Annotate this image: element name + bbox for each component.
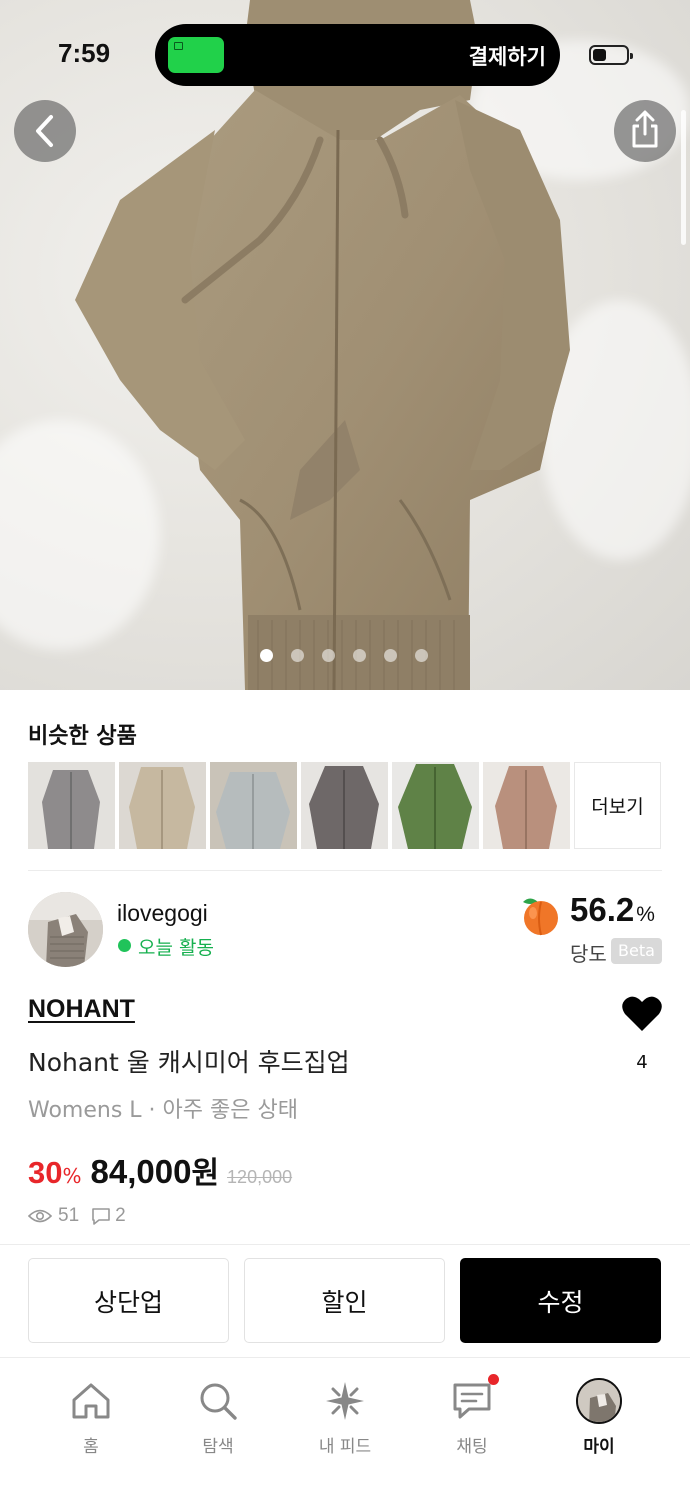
peach-icon bbox=[523, 898, 558, 936]
section-divider bbox=[28, 870, 662, 871]
carousel-dot[interactable] bbox=[291, 649, 304, 662]
product-image-carousel[interactable] bbox=[0, 0, 690, 690]
similar-product-thumb[interactable] bbox=[28, 762, 115, 849]
carousel-dot[interactable] bbox=[322, 649, 335, 662]
tab-search-label: 탐색 bbox=[202, 1437, 234, 1457]
section-divider bbox=[0, 1244, 690, 1245]
view-count: 51 bbox=[58, 1205, 80, 1226]
bump-up-button[interactable]: 상단업 bbox=[28, 1258, 229, 1343]
sparkle-icon bbox=[326, 1382, 364, 1420]
carousel-dot[interactable] bbox=[415, 649, 428, 662]
similar-products-title: 비슷한 상품 bbox=[28, 724, 137, 749]
sale-price: 84,000 bbox=[90, 1153, 192, 1190]
tab-my[interactable]: 마이 bbox=[549, 1378, 649, 1457]
carousel-dots bbox=[260, 649, 428, 663]
pay-card-icon bbox=[168, 37, 224, 73]
tab-home[interactable]: 홈 bbox=[41, 1378, 141, 1457]
sweetness-score-value: 56.2 bbox=[570, 891, 635, 928]
share-icon bbox=[632, 110, 658, 148]
live-activity-pill[interactable]: 결제하기 bbox=[155, 24, 560, 86]
tab-feed-label: 내 피드 bbox=[318, 1437, 372, 1457]
like-count: 4 bbox=[636, 1052, 648, 1073]
similar-product-thumb[interactable] bbox=[483, 762, 570, 849]
discount-button[interactable]: 할인 bbox=[244, 1258, 445, 1343]
similar-product-thumb[interactable] bbox=[301, 762, 388, 849]
product-details: Womens L · 아주 좋은 상태 bbox=[28, 1098, 298, 1123]
seller-activity: 오늘 활동 bbox=[138, 937, 214, 959]
unread-badge-dot bbox=[488, 1374, 499, 1385]
status-bar-time: 7:59 bbox=[58, 38, 111, 68]
tab-chat-label: 채팅 bbox=[456, 1437, 488, 1457]
similar-product-thumb[interactable] bbox=[119, 762, 206, 849]
tab-feed[interactable]: 내 피드 bbox=[295, 1378, 395, 1457]
similar-more-button[interactable]: 더보기 bbox=[574, 762, 661, 849]
chevron-left-icon bbox=[36, 115, 53, 147]
share-button[interactable] bbox=[614, 100, 676, 162]
carousel-dot[interactable] bbox=[260, 649, 273, 662]
search-icon bbox=[200, 1383, 237, 1420]
online-status-dot bbox=[118, 939, 131, 952]
product-stats: 51 2 bbox=[28, 1205, 126, 1227]
sweetness-score-unit: % bbox=[636, 903, 655, 926]
carousel-dot[interactable] bbox=[384, 649, 397, 662]
price-row: 30 % 84,000 원 120,000 bbox=[28, 1148, 292, 1192]
seller-avatar[interactable] bbox=[28, 892, 103, 967]
sweetness-score: 56.2% bbox=[570, 891, 655, 929]
tab-chat[interactable]: 채팅 bbox=[422, 1374, 522, 1457]
similar-product-thumb[interactable] bbox=[392, 762, 479, 849]
price-currency: 원 bbox=[191, 1156, 220, 1191]
battery-icon bbox=[589, 45, 633, 65]
heart-icon[interactable] bbox=[621, 995, 663, 1033]
discount-rate: 30 bbox=[28, 1155, 63, 1190]
back-button[interactable] bbox=[14, 100, 76, 162]
carousel-dot[interactable] bbox=[353, 649, 366, 662]
product-title: Nohant 울 캐시미어 후드집업 bbox=[28, 1048, 350, 1077]
tab-home-label: 홈 bbox=[83, 1437, 99, 1457]
home-icon bbox=[72, 1383, 110, 1419]
pay-activity-label: 결제하기 bbox=[468, 45, 546, 69]
comment-count: 2 bbox=[115, 1205, 126, 1226]
edit-button[interactable]: 수정 bbox=[460, 1258, 661, 1343]
discount-unit: % bbox=[62, 1164, 82, 1188]
brand-link[interactable]: NOHANT bbox=[28, 995, 135, 1024]
tabbar-divider bbox=[0, 1357, 690, 1358]
comment-icon bbox=[92, 1208, 110, 1225]
profile-avatar bbox=[576, 1378, 622, 1424]
beta-badge: Beta bbox=[611, 938, 662, 964]
seller-name[interactable]: ilovegogi bbox=[117, 900, 208, 927]
similar-products-list: 더보기 bbox=[28, 762, 661, 849]
eye-icon bbox=[28, 1209, 52, 1223]
original-price: 120,000 bbox=[227, 1167, 293, 1187]
chat-icon bbox=[453, 1383, 491, 1419]
tab-search[interactable]: 탐색 bbox=[168, 1378, 268, 1457]
tab-my-label: 마이 bbox=[583, 1437, 615, 1457]
image-scroll-indicator bbox=[681, 110, 686, 245]
similar-product-thumb[interactable] bbox=[210, 762, 297, 849]
sweetness-label: 당도 bbox=[570, 942, 607, 966]
product-photo bbox=[75, 0, 570, 690]
